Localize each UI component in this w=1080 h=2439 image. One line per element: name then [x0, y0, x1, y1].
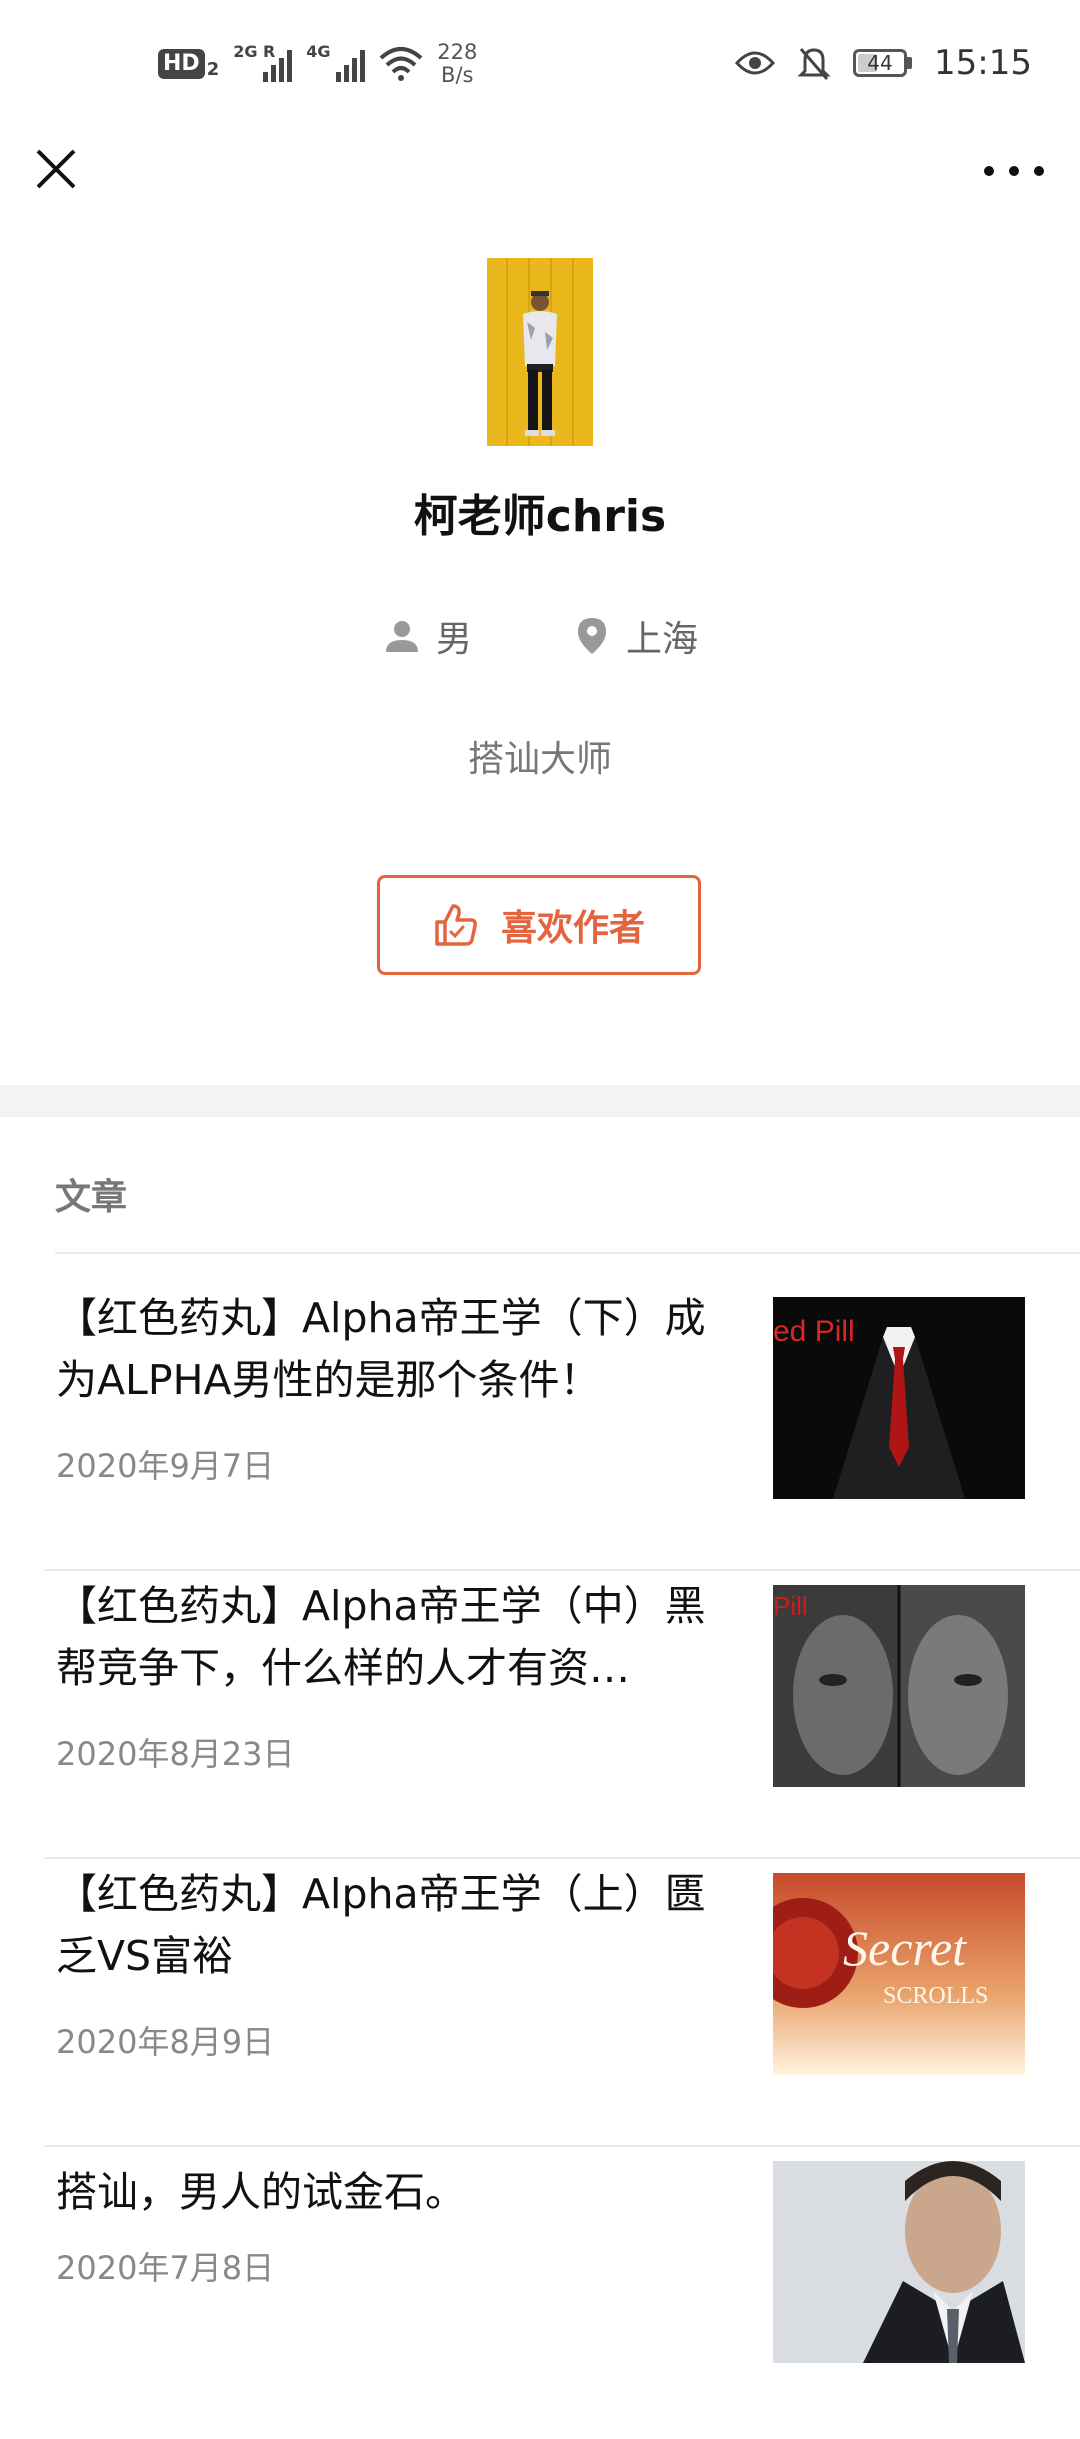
- article-divider: [44, 1569, 1080, 1571]
- avatar[interactable]: [487, 258, 593, 446]
- bell-off-icon: [797, 48, 831, 80]
- like-author-button[interactable]: 喜欢作者: [377, 875, 701, 975]
- status-right: 44 15:15: [735, 38, 1032, 88]
- article-item[interactable]: 【红色药丸】Alpha帝王学（上）匮乏VS富裕 2020年8月9日 Secret…: [44, 1863, 1080, 2151]
- article-title: 【红色药丸】Alpha帝王学（下）成为ALPHA男性的是那个条件！: [56, 1294, 706, 1404]
- network-speed-unit: B/s: [441, 63, 474, 87]
- section-divider: [55, 1252, 1080, 1254]
- eye-icon: [735, 51, 776, 75]
- article-title: 搭讪，男人的试金石。: [56, 2168, 466, 2216]
- author-name: 柯老师chris: [413, 491, 667, 542]
- thumbnail-caption: Pill: [773, 1591, 808, 1621]
- thumbs-up-icon: [435, 904, 477, 946]
- signal-icon-4g: 4G: [306, 42, 366, 82]
- article-item[interactable]: 【红色药丸】Alpha帝王学（中）黑帮竞争下，什么样的人才有资… 2020年8月…: [44, 1575, 1080, 1863]
- location-pin-icon: [578, 618, 606, 654]
- wifi-icon: [379, 47, 423, 81]
- svg-text:Secret: Secret: [843, 1920, 967, 1976]
- article-item[interactable]: 搭讪，男人的试金石。 2020年7月8日: [44, 2151, 1080, 2439]
- gender-item: 男: [382, 610, 472, 662]
- article-date: 2020年8月23日: [56, 1735, 295, 1773]
- battery-body: 44: [853, 49, 908, 77]
- article-thumbnail: [773, 2161, 1025, 2363]
- gender-text: 男: [435, 619, 472, 660]
- article-divider: [44, 1857, 1080, 1859]
- article-date: 2020年9月7日: [56, 1447, 275, 1485]
- location-text: 上海: [626, 619, 699, 660]
- close-icon[interactable]: [28, 141, 84, 197]
- network-speed: 228 B/s: [437, 41, 477, 87]
- person-icon: [385, 621, 418, 652]
- hd-sub-label: 2: [206, 58, 220, 80]
- article-date: 2020年7月8日: [56, 2249, 275, 2287]
- article-thumbnail: Secret SCROLLS: [773, 1873, 1025, 2075]
- article-date: 2020年8月9日: [56, 2023, 275, 2061]
- hd-badge: HD 2: [158, 49, 219, 80]
- status-bar: HD 2 2G R 4G 228 B/s 44 15:15: [0, 0, 1080, 125]
- location-item: 上海: [572, 610, 698, 662]
- signal-label-2g: 2G R: [233, 42, 276, 61]
- articles-section-title: 文章: [55, 1177, 128, 1218]
- section-separator: [0, 1085, 1080, 1117]
- article-thumbnail: Pill: [773, 1585, 1025, 1787]
- signal-icon-2g: 2G R: [233, 42, 293, 82]
- thumbnail-caption: SCROLLS: [883, 1983, 988, 2009]
- battery-level: 44: [867, 51, 893, 75]
- author-meta: 男 上海: [0, 610, 1080, 662]
- nav-bar: [0, 125, 1080, 235]
- article-thumbnail: ed Pill: [773, 1297, 1025, 1499]
- status-left: HD 2 2G R 4G 228 B/s: [158, 34, 477, 94]
- article-divider: [44, 2145, 1080, 2147]
- like-author-label: 喜欢作者: [500, 908, 645, 949]
- more-options-icon[interactable]: [984, 151, 1044, 191]
- author-signature: 搭讪大师: [467, 739, 612, 780]
- thumbnail-caption: ed Pill: [773, 1315, 855, 1348]
- signal-label-4g: 4G: [306, 42, 331, 61]
- article-title: 【红色药丸】Alpha帝王学（上）匮乏VS富裕: [56, 1870, 706, 1980]
- article-title: 【红色药丸】Alpha帝王学（中）黑帮竞争下，什么样的人才有资…: [56, 1582, 706, 1692]
- clock: 15:15: [934, 43, 1032, 83]
- hd-label: HD: [158, 49, 205, 79]
- network-speed-value: 228: [437, 40, 478, 64]
- battery-icon: 44: [853, 49, 913, 77]
- article-item[interactable]: 【红色药丸】Alpha帝王学（下）成为ALPHA男性的是那个条件！ 2020年9…: [44, 1287, 1080, 1575]
